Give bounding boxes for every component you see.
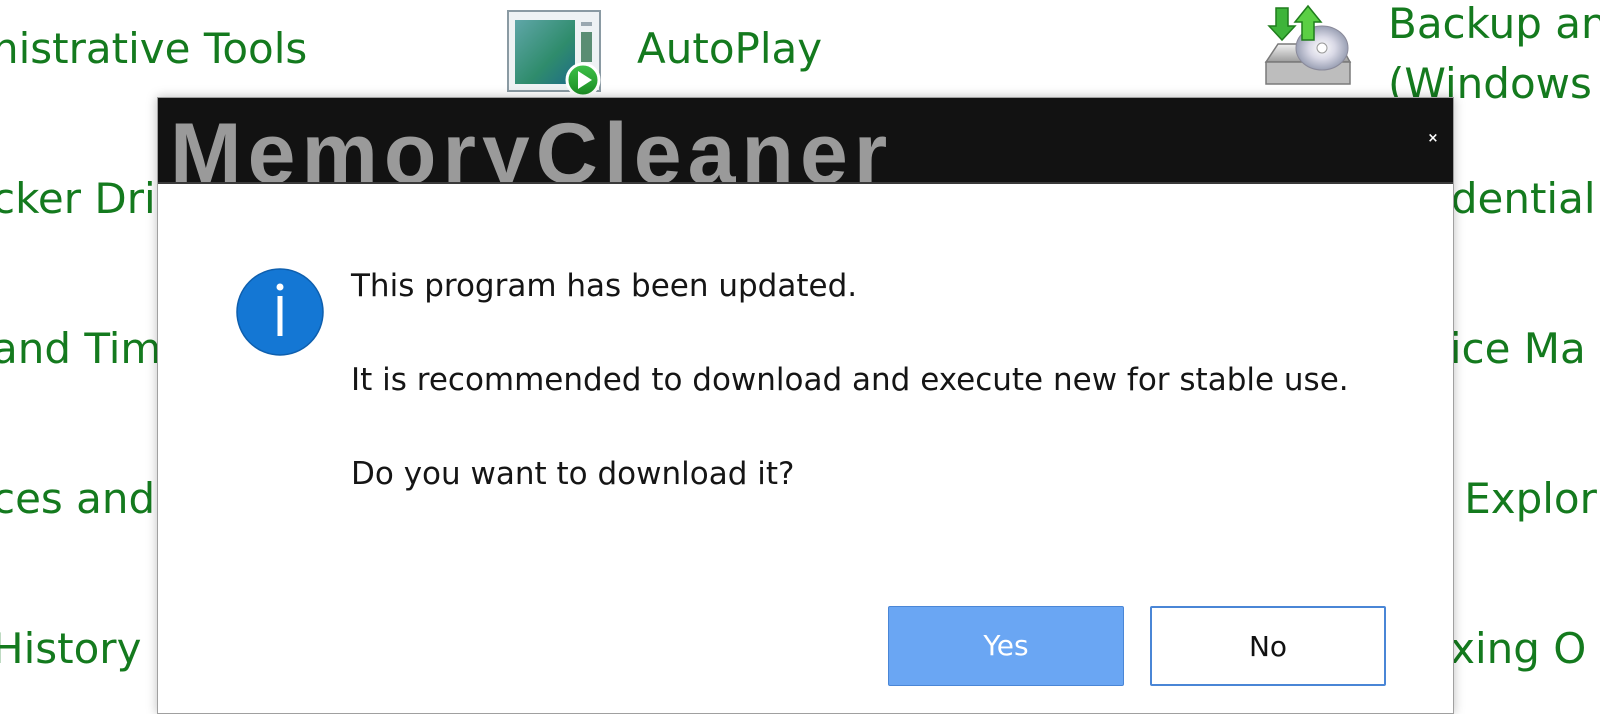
cp-item-administrative-tools[interactable]: nistrative Tools bbox=[0, 25, 307, 73]
dialog-message: This program has been updated. It is rec… bbox=[351, 266, 1349, 548]
dialog-title-bar[interactable]: MemoryCleaner × bbox=[158, 98, 1453, 184]
message-line-recommendation: It is recommended to download and execut… bbox=[351, 362, 1349, 398]
message-line-updated: This program has been updated. bbox=[351, 268, 858, 304]
autoplay-icon[interactable] bbox=[505, 8, 605, 98]
message-line-question: Do you want to download it? bbox=[351, 456, 795, 492]
cp-item-autoplay[interactable]: AutoPlay bbox=[637, 25, 822, 73]
cp-item-file-history[interactable]: History bbox=[0, 625, 141, 673]
dialog-title: MemoryCleaner bbox=[170, 106, 894, 184]
cp-item-devices-and-printers[interactable]: ces and bbox=[0, 475, 155, 523]
update-dialog: MemoryCleaner × This program has been up… bbox=[157, 97, 1454, 714]
no-button[interactable]: No bbox=[1150, 606, 1386, 686]
cp-item-bitlocker-drive[interactable]: cker Dri bbox=[0, 175, 156, 223]
cp-item-date-and-time[interactable]: and Tim bbox=[0, 325, 161, 373]
yes-button[interactable]: Yes bbox=[888, 606, 1124, 686]
info-icon bbox=[236, 268, 324, 356]
close-button[interactable]: × bbox=[1425, 131, 1441, 147]
backup-restore-icon[interactable] bbox=[1258, 0, 1353, 95]
